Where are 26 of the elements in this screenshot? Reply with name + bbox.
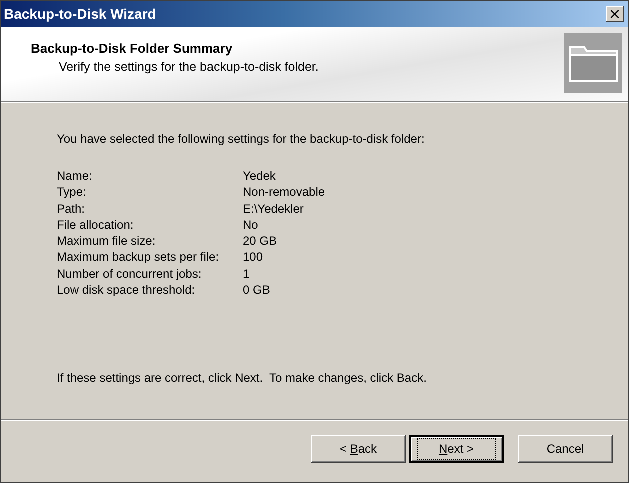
setting-value: Non-removable xyxy=(243,184,326,201)
instruction-text: If these settings are correct, click Next. To make changes, click Back. xyxy=(57,371,428,385)
setting-label: Type: xyxy=(57,184,88,201)
intro-text: You have selected the following settings for the backup-to-disk folder: xyxy=(57,132,426,146)
setting-label: Maximum backup sets per file: xyxy=(57,249,220,266)
setting-value: Yedek xyxy=(243,168,277,184)
setting-label: Low disk space threshold: xyxy=(57,282,196,298)
setting-value: 20 GB xyxy=(243,233,278,250)
wizard-button[interactable]: < Back xyxy=(311,435,406,463)
folder-icon xyxy=(564,33,622,93)
setting-value: E:\Yedekler xyxy=(243,200,305,217)
window-title: Backup-to-Disk Wizard xyxy=(4,6,156,22)
setting-label: Maximum file size: xyxy=(57,233,157,250)
wizard-button[interactable]: Next > xyxy=(409,435,504,463)
wizard-button[interactable]: Cancel xyxy=(518,435,613,463)
setting-label: Path: xyxy=(57,200,86,217)
page-title: Backup-to-Disk Folder Summary xyxy=(31,41,234,56)
setting-value: 0 GB xyxy=(243,282,272,298)
close-button[interactable]: × xyxy=(606,6,624,22)
setting-label: Name: xyxy=(57,168,94,184)
setting-value: No xyxy=(243,216,260,234)
setting-label: Number of concurrent jobs: xyxy=(57,266,203,282)
setting-value: 100 xyxy=(243,249,264,266)
setting-value: 1 xyxy=(243,266,251,282)
setting-label: File allocation: xyxy=(57,216,135,234)
page-subtitle: Verify the settings for the backup-to-disk folder. xyxy=(59,60,319,74)
